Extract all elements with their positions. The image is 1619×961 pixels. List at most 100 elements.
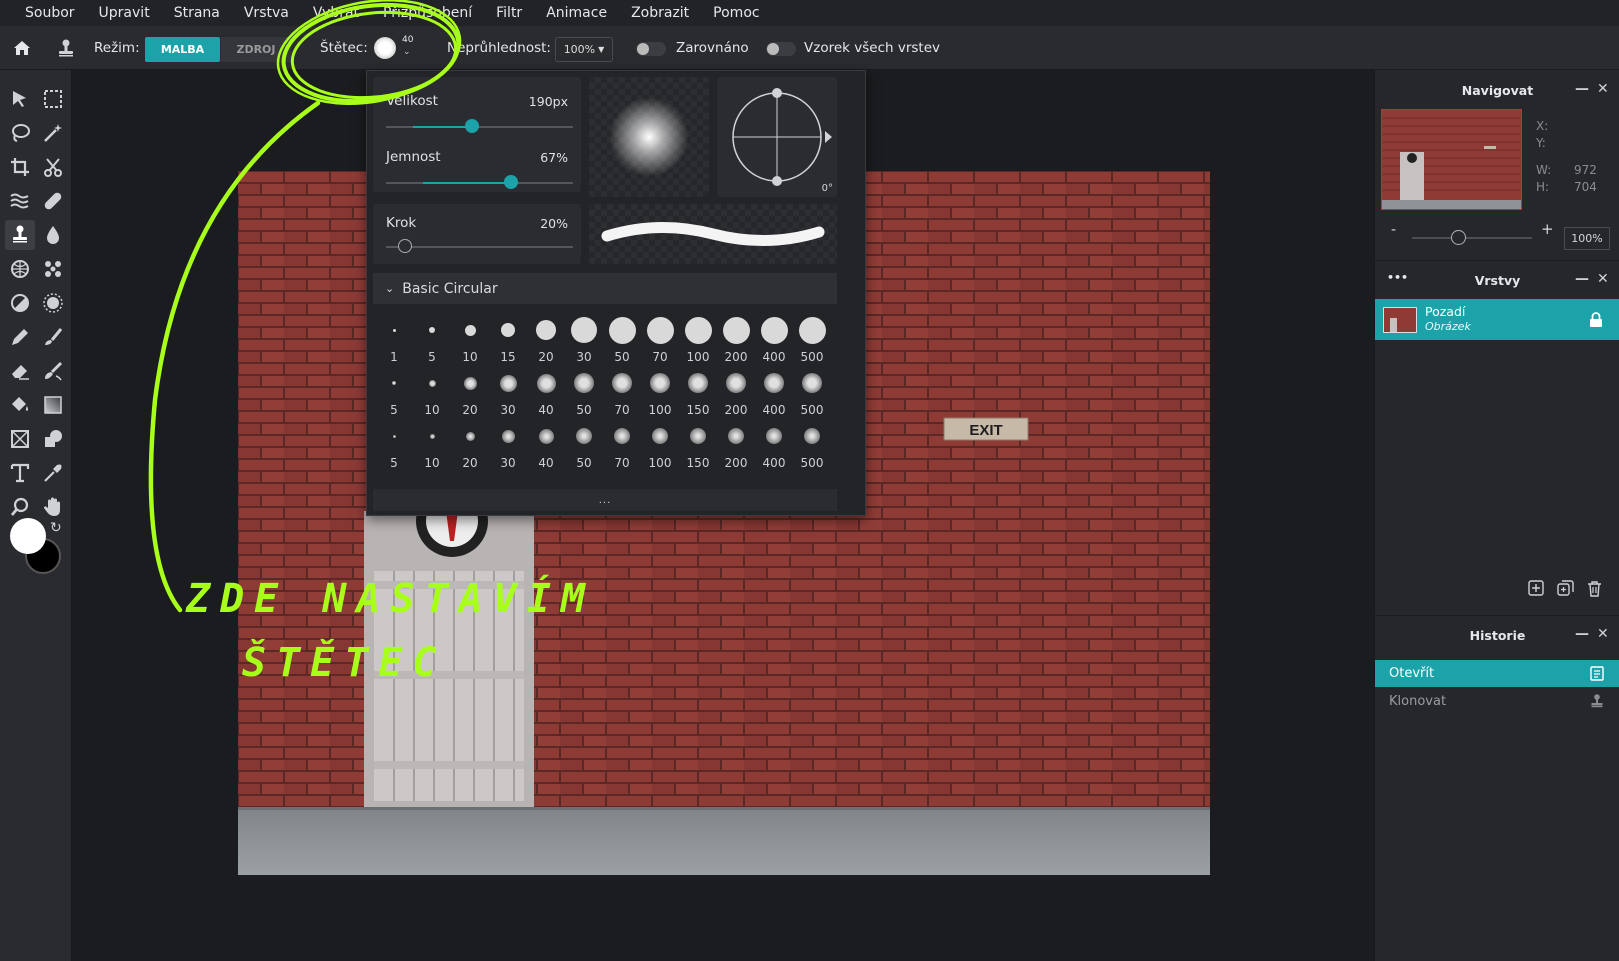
- all-layers-toggle[interactable]: [766, 42, 796, 56]
- brush-picker[interactable]: 40 ⌄: [374, 26, 420, 70]
- zoom-out-button[interactable]: -: [1391, 222, 1396, 238]
- brush-preset[interactable]: 5: [375, 367, 413, 417]
- navigator-thumbnail[interactable]: [1381, 109, 1522, 210]
- menu-edit[interactable]: Upravit: [99, 5, 150, 21]
- brush-preset[interactable]: 100: [641, 367, 679, 417]
- brush-preset[interactable]: 70: [641, 314, 679, 364]
- softness-slider-knob[interactable]: [504, 175, 519, 189]
- brush-preset[interactable]: 150: [679, 420, 717, 470]
- duplicate-layer-icon[interactable]: [1557, 580, 1574, 597]
- brush-preset[interactable]: 500: [793, 367, 831, 417]
- menu-page[interactable]: Strana: [174, 5, 220, 21]
- brush-preset[interactable]: 30: [489, 367, 527, 417]
- eraser-tool-icon[interactable]: [5, 356, 35, 386]
- mode-source-button[interactable]: ZDROJ: [221, 37, 291, 62]
- sponge-tool-icon[interactable]: [5, 254, 35, 284]
- brush-preset[interactable]: 20: [451, 420, 489, 470]
- brush-preset[interactable]: 100: [679, 314, 717, 364]
- brush-preset[interactable]: 200: [717, 314, 755, 364]
- sharpen-tool-icon[interactable]: [38, 288, 68, 318]
- close-icon[interactable]: ✕: [1597, 626, 1609, 642]
- swap-colors-icon[interactable]: ↻: [50, 520, 62, 536]
- layer-item[interactable]: Pozadí Obrázek: [1375, 299, 1619, 340]
- brush-preset[interactable]: 400: [755, 367, 793, 417]
- brush-preset[interactable]: 70: [603, 367, 641, 417]
- brush-preset[interactable]: 150: [679, 367, 717, 417]
- brush-preset[interactable]: 50: [565, 367, 603, 417]
- cut-tool-icon[interactable]: [38, 152, 68, 182]
- menu-file[interactable]: Soubor: [25, 5, 75, 21]
- brush-preset[interactable]: 200: [717, 367, 755, 417]
- brush-preset[interactable]: 400: [755, 420, 793, 470]
- brush-preset[interactable]: 10: [413, 420, 451, 470]
- brush-preset[interactable]: 40: [527, 367, 565, 417]
- foreground-color-swatch[interactable]: [10, 518, 46, 554]
- popup-more-handle[interactable]: ...: [373, 489, 837, 511]
- close-icon[interactable]: ✕: [1597, 81, 1609, 97]
- brush-preset[interactable]: 1: [375, 314, 413, 364]
- shape-tool-icon[interactable]: [38, 424, 68, 454]
- menu-view[interactable]: Zobrazit: [631, 5, 689, 21]
- brush-tool-icon[interactable]: [38, 322, 68, 352]
- magic-wand-icon[interactable]: [38, 118, 68, 148]
- brush-preset[interactable]: 5: [375, 420, 413, 470]
- minimize-icon[interactable]: —: [1575, 626, 1589, 642]
- zoom-slider-track[interactable]: [1412, 237, 1532, 239]
- text-tool-icon[interactable]: [5, 458, 35, 488]
- zoom-in-button[interactable]: +: [1541, 220, 1554, 238]
- clone-stamp-tool-icon[interactable]: [5, 220, 35, 250]
- menu-adjust[interactable]: Přizpůsobení: [383, 5, 472, 21]
- menu-help[interactable]: Pomoc: [713, 5, 759, 21]
- menu-filter[interactable]: Filtr: [496, 5, 522, 21]
- layers-menu-icon[interactable]: •••: [1387, 271, 1408, 284]
- minimize-icon[interactable]: —: [1575, 81, 1589, 97]
- size-slider-knob[interactable]: [465, 119, 480, 133]
- gradient-tool-icon[interactable]: [38, 390, 68, 420]
- brush-preset[interactable]: 15: [489, 314, 527, 364]
- brush-preset[interactable]: 40: [527, 420, 565, 470]
- brush-preset[interactable]: 200: [717, 420, 755, 470]
- crop-tool-icon[interactable]: [5, 152, 35, 182]
- brush-preset[interactable]: 400: [755, 314, 793, 364]
- frame-tool-icon[interactable]: [5, 424, 35, 454]
- opacity-select[interactable]: 100% ▼: [555, 37, 613, 62]
- brush-preset[interactable]: 30: [565, 314, 603, 364]
- minimize-icon[interactable]: —: [1575, 271, 1589, 287]
- aligned-toggle[interactable]: [636, 42, 666, 56]
- step-slider-track[interactable]: [386, 246, 573, 248]
- brush-preset[interactable]: 30: [489, 420, 527, 470]
- liquify-tool-icon[interactable]: [5, 186, 35, 216]
- brush-preset[interactable]: 70: [603, 420, 641, 470]
- home-icon[interactable]: [12, 26, 32, 70]
- brush-preset[interactable]: 500: [793, 314, 831, 364]
- step-slider-knob[interactable]: [397, 239, 412, 253]
- pattern-tool-icon[interactable]: [38, 254, 68, 284]
- brush-preset[interactable]: 10: [413, 367, 451, 417]
- hand-tool-icon[interactable]: [38, 492, 68, 522]
- angle-dial[interactable]: [717, 77, 837, 197]
- lasso-tool-icon[interactable]: [5, 118, 35, 148]
- history-item-open[interactable]: Otevřít: [1375, 660, 1619, 687]
- eyedropper-icon[interactable]: [38, 458, 68, 488]
- brush-preset[interactable]: 50: [603, 314, 641, 364]
- brush-preset[interactable]: 500: [793, 420, 831, 470]
- menu-select[interactable]: Vybrat: [313, 5, 359, 21]
- brush-angle-box[interactable]: 0°: [717, 77, 837, 197]
- fill-bucket-icon[interactable]: [5, 390, 35, 420]
- zoom-slider-knob[interactable]: [1451, 230, 1466, 245]
- add-layer-icon[interactable]: [1528, 580, 1544, 596]
- brush-preset[interactable]: 5: [413, 314, 451, 364]
- close-icon[interactable]: ✕: [1597, 271, 1609, 287]
- brush-preset[interactable]: 50: [565, 420, 603, 470]
- blur-drop-icon[interactable]: [38, 220, 68, 250]
- mode-paint-button[interactable]: MALBA: [145, 37, 220, 62]
- pencil-tool-icon[interactable]: [5, 322, 35, 352]
- menu-animation[interactable]: Animace: [546, 5, 607, 21]
- marquee-tool-icon[interactable]: [38, 84, 68, 114]
- brush-preset[interactable]: 20: [527, 314, 565, 364]
- brush-preset[interactable]: 100: [641, 420, 679, 470]
- history-item-clone[interactable]: Klonovat: [1375, 688, 1619, 715]
- lock-icon[interactable]: [1589, 312, 1603, 328]
- brush-preset[interactable]: 10: [451, 314, 489, 364]
- menu-layer[interactable]: Vrstva: [244, 5, 289, 21]
